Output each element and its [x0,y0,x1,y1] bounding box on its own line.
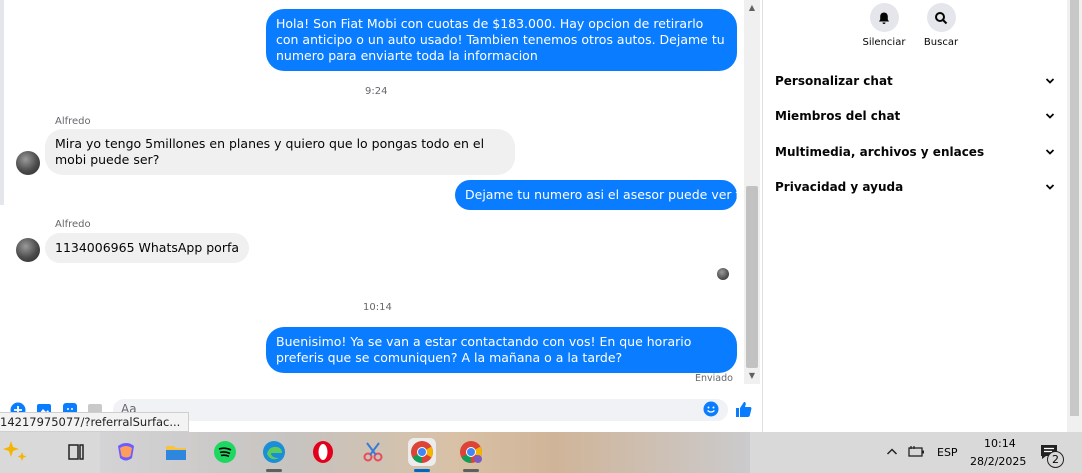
message-timestamp: 10:14 [363,302,392,313]
message-input[interactable]: Aa [113,399,728,421]
chat-scroll-thumb[interactable] [746,186,758,368]
message-bubble-incoming[interactable]: Mira yo tengo 5millones en planes y quie… [45,129,515,175]
copilot-app-icon[interactable] [112,438,140,466]
message-bubble-incoming[interactable]: 1134006965 WhatsApp porfa [45,233,250,263]
chevron-down-icon [1045,113,1055,119]
section-label: Miembros del chat [775,109,901,123]
chat-thread: Hola! Son Fiat Mobi con cuotas de $183.0… [0,0,781,432]
chrome-icon[interactable] [408,438,436,466]
panel-scroll-thumb[interactable] [1070,0,1079,416]
like-icon[interactable] [734,400,752,418]
spotify-icon[interactable] [211,438,239,466]
mute-button[interactable]: Silenciar [854,3,914,48]
chevron-down-icon [1045,78,1055,84]
sender-name: Alfredo [55,116,91,127]
opera-icon[interactable] [309,438,337,466]
avatar[interactable] [16,238,40,262]
section-customize-chat[interactable]: Personalizar chat [775,71,1055,91]
file-explorer-icon[interactable] [162,438,190,466]
emoji-icon[interactable] [703,401,719,417]
clock-date[interactable]: 28/2/2025 [970,455,1026,468]
section-label: Personalizar chat [775,74,893,88]
section-label: Privacidad y ayuda [775,180,904,194]
section-privacy-help[interactable]: Privacidad y ayuda [775,177,1055,197]
active-indicator [414,469,430,472]
message-bubble-outgoing[interactable]: Dejame tu numero asi el asesor puede ver… [455,180,781,210]
chevron-down-icon [1045,184,1055,190]
message-status: Enviado [695,373,733,384]
message-timestamp: 9:24 [365,86,388,97]
message-bubble-outgoing[interactable]: Buenisimo! Ya se van a estar contactando… [266,327,737,373]
sender-name: Alfredo [55,219,91,230]
chevron-down-icon [1045,149,1055,155]
section-label: Multimedia, archivos y enlaces [775,145,985,159]
scroll-down-icon[interactable]: ▼ [746,370,758,382]
scroll-up-icon[interactable]: ▲ [746,2,758,14]
chrome-profile-icon[interactable] [457,438,485,466]
seen-avatar-icon [717,268,729,280]
bell-icon [879,12,889,24]
active-indicator [463,469,479,472]
search-icon [935,11,948,24]
snipping-icon[interactable] [359,438,387,466]
status-bar-url: 14217975077/?referralSurfac... [0,412,190,432]
active-indicator [266,469,282,472]
message-bubble-outgoing[interactable]: Hola! Son Fiat Mobi con cuotas de $183.0… [266,9,737,71]
task-view-icon[interactable] [62,438,90,466]
section-media-files-links[interactable]: Multimedia, archivos y enlaces [775,142,1055,162]
search-button[interactable]: Buscar [911,3,971,48]
battery-plug-icon[interactable] [908,445,926,459]
edge-icon[interactable] [260,438,288,466]
notification-badge: 2 [1047,451,1064,468]
search-label: Buscar [923,37,959,48]
avatar[interactable] [16,151,40,175]
copilot-icon[interactable] [2,438,30,466]
clock-time[interactable]: 10:14 [984,437,1016,450]
chat-info-panel: Silenciar Buscar [762,0,1067,432]
language-indicator[interactable]: ESP [937,446,958,459]
mute-label: Silenciar [862,37,906,48]
chevron-up-icon[interactable] [886,446,898,458]
section-chat-members[interactable]: Miembros del chat [775,106,1055,126]
divider [0,0,4,205]
